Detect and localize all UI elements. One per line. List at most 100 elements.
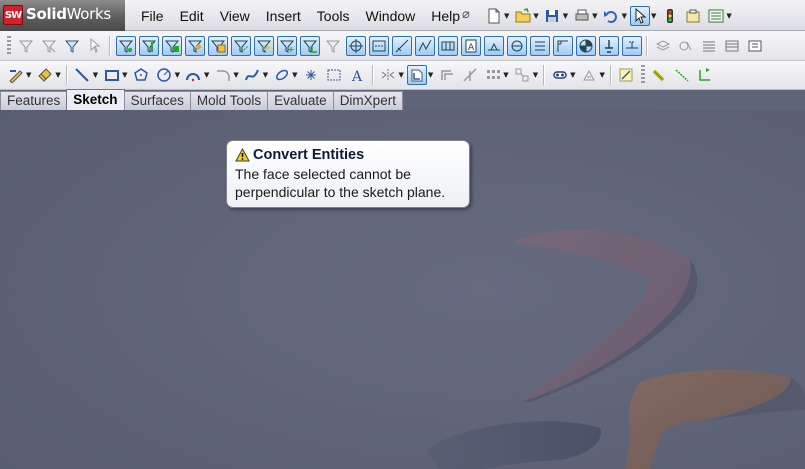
options-icon[interactable] <box>706 6 726 26</box>
file-properties-icon[interactable] <box>683 6 703 26</box>
rapid-sketch-icon[interactable] <box>649 65 669 85</box>
filter-dowel-pins-icon[interactable] <box>575 35 596 56</box>
filter-faces-icon[interactable] <box>161 35 182 56</box>
chevron-down-icon[interactable]: ▼ <box>726 12 731 20</box>
pin-menu-icon[interactable]: ⌀ <box>462 7 470 22</box>
move-entities-icon[interactable] <box>512 65 532 85</box>
text-icon[interactable]: A <box>347 65 367 85</box>
chevron-down-icon[interactable]: ▼ <box>428 71 433 79</box>
filter-lines-icon[interactable] <box>699 36 719 56</box>
filter-sketch-segments-icon[interactable] <box>299 35 320 56</box>
print-icon[interactable] <box>572 6 592 26</box>
filter-toolbar-icon[interactable] <box>39 36 59 56</box>
point-icon[interactable] <box>301 65 321 85</box>
convert-entities-icon[interactable] <box>407 65 428 85</box>
chevron-down-icon[interactable]: ▼ <box>26 71 31 79</box>
solidworks-logo[interactable]: SW SolidWorks <box>0 0 125 31</box>
circle-icon[interactable] <box>154 65 174 85</box>
menu-tools[interactable]: Tools <box>309 8 358 24</box>
chevron-down-icon[interactable]: ▼ <box>592 12 597 20</box>
toolbar-grip[interactable] <box>640 65 645 85</box>
clear-filters-icon[interactable] <box>62 36 82 56</box>
filter-datum-targets-icon[interactable] <box>506 35 527 56</box>
polygon-icon[interactable] <box>131 65 151 85</box>
chevron-down-icon[interactable]: ▼ <box>204 71 209 79</box>
filter-annotation-icon[interactable] <box>745 36 765 56</box>
tab-dimxpert[interactable]: DimXpert <box>332 91 403 110</box>
menu-edit[interactable]: Edit <box>172 8 212 24</box>
ellipse-icon[interactable] <box>272 65 292 85</box>
construction-geometry-icon[interactable] <box>324 65 344 85</box>
rectangle-icon[interactable] <box>102 65 122 85</box>
filter-blocks-icon[interactable] <box>552 35 573 56</box>
spline-icon[interactable] <box>242 65 262 85</box>
warning-tooltip[interactable]: Convert Entities The face selected canno… <box>226 140 470 208</box>
chevron-down-icon[interactable]: ▼ <box>93 71 98 79</box>
filter-cosmetic-threads-icon[interactable] <box>529 35 550 56</box>
filter-geometric-tolerance-icon[interactable] <box>437 35 458 56</box>
sketch-line-snap-icon[interactable] <box>672 65 692 85</box>
chevron-down-icon[interactable]: ▼ <box>263 71 268 79</box>
chevron-down-icon[interactable]: ▼ <box>651 12 656 20</box>
chevron-down-icon[interactable]: ▼ <box>504 12 509 20</box>
select-arrow-icon[interactable] <box>630 6 651 26</box>
filter-midpoints-icon[interactable] <box>323 36 343 56</box>
chevron-down-icon[interactable]: ▼ <box>399 71 404 79</box>
tab-mold-tools[interactable]: Mold Tools <box>189 91 269 110</box>
chevron-down-icon[interactable]: ▼ <box>622 12 627 20</box>
filter-axes-icon[interactable] <box>230 35 251 56</box>
sketch-icon[interactable] <box>6 65 26 85</box>
linear-pattern-icon[interactable] <box>483 65 503 85</box>
filter-vertices-icon[interactable] <box>115 35 136 56</box>
chevron-down-icon[interactable]: ▼ <box>563 12 568 20</box>
select-all-filters-icon[interactable] <box>85 36 105 56</box>
filter-planes-icon[interactable] <box>253 35 274 56</box>
tab-sketch[interactable]: Sketch <box>66 89 125 110</box>
chevron-down-icon[interactable]: ▼ <box>122 71 127 79</box>
filter-centerline-icon[interactable] <box>368 35 389 56</box>
undo-icon[interactable] <box>601 6 621 26</box>
offset-entities-icon[interactable] <box>437 65 457 85</box>
filter-routing-points-icon[interactable] <box>621 35 642 56</box>
chevron-down-icon[interactable]: ▼ <box>503 71 508 79</box>
filter-solid-bodies-icon[interactable] <box>207 35 228 56</box>
line-icon[interactable] <box>72 65 92 85</box>
filter-notes-icon[interactable]: A <box>460 35 481 56</box>
filter-edges-icon[interactable] <box>138 35 159 56</box>
chevron-down-icon[interactable]: ▼ <box>570 71 575 79</box>
tab-evaluate[interactable]: Evaluate <box>267 91 334 110</box>
fillet-icon[interactable] <box>213 65 233 85</box>
repair-sketch-icon[interactable] <box>579 65 599 85</box>
menu-window[interactable]: Window <box>357 8 423 24</box>
trim-entities-icon[interactable] <box>460 65 480 85</box>
filter-surface-bodies-icon[interactable] <box>184 35 205 56</box>
chevron-down-icon[interactable]: ▼ <box>599 71 604 79</box>
filter-layers-icon[interactable] <box>653 36 673 56</box>
filter-hatch-icon[interactable] <box>676 36 696 56</box>
menu-insert[interactable]: Insert <box>258 8 309 24</box>
filter-connection-points-icon[interactable] <box>598 35 619 56</box>
smart-dimension-icon[interactable] <box>35 65 55 85</box>
new-document-icon[interactable] <box>484 6 504 26</box>
tab-surfaces[interactable]: Surfaces <box>123 91 191 110</box>
mirror-entities-icon[interactable] <box>378 65 398 85</box>
chevron-down-icon[interactable]: ▼ <box>175 71 180 79</box>
arc-icon[interactable] <box>183 65 203 85</box>
filter-surface-finish-icon[interactable] <box>414 35 435 56</box>
filter-sketch-points-icon[interactable] <box>276 35 297 56</box>
chevron-down-icon[interactable]: ▼ <box>533 71 538 79</box>
open-folder-icon[interactable] <box>513 6 533 26</box>
chevron-down-icon[interactable]: ▼ <box>233 71 238 79</box>
filter-table-icon[interactable] <box>722 36 742 56</box>
toolbar-grip[interactable] <box>7 35 11 56</box>
toggle-filter-icon[interactable] <box>16 36 36 56</box>
tab-features[interactable]: Features <box>0 91 68 110</box>
filter-dimensions-icon[interactable] <box>391 35 412 56</box>
rebuild-icon[interactable] <box>660 6 680 26</box>
chevron-down-icon[interactable]: ▼ <box>292 71 297 79</box>
menu-view[interactable]: View <box>212 8 258 24</box>
quick-snaps-icon[interactable] <box>616 65 636 85</box>
chevron-down-icon[interactable]: ▼ <box>533 12 538 20</box>
filter-weld-symbols-icon[interactable] <box>483 35 504 56</box>
menu-file[interactable]: File <box>133 8 172 24</box>
